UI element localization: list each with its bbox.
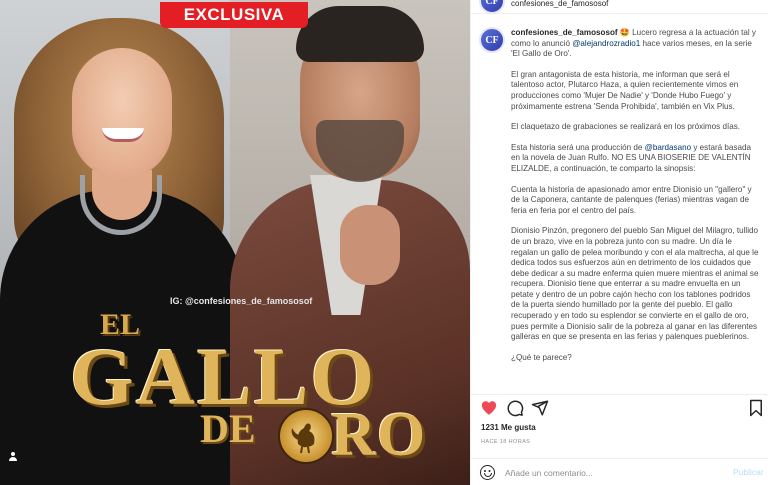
publish-button[interactable]: Publicar [733,467,764,477]
man-hand [340,205,400,285]
show-logo: EL GALLO DE ORO [60,300,450,480]
comment-input[interactable] [505,465,705,481]
caption-area[interactable]: CF confesiones_de_famososof 🤩 Lucero reg… [471,22,768,394]
caption-username[interactable]: confesiones_de_famososof [511,28,618,37]
caption-text: confesiones_de_famososof 🤩 Lucero regres… [511,28,761,373]
man-hair [296,6,424,62]
caption-paragraph-3: El claquetazo de grabaciones se realizar… [511,122,741,132]
likes-count[interactable]: 1231 Me gusta [481,423,536,432]
caption-paragraph-1: confesiones_de_famososof 🤩 Lucero regres… [511,28,761,60]
exclusive-banner: EXCLUSIVA [160,2,308,28]
actions-bar [471,394,768,420]
caption-avatar-initials: CF [485,34,499,46]
mention-bardasano[interactable]: @bardasano [645,143,691,152]
post-image[interactable]: EXCLUSIVA IG: @confesiones_de_famososof … [0,0,470,485]
logo-de: DE [200,406,256,451]
caption-paragraph-4: Esta historia será una producción de @ba… [511,143,761,175]
rooster-medal-icon [278,408,334,464]
bookmark-icon[interactable] [749,399,767,417]
caption-paragraph-6: Dionisio Pinzón, pregonero del pueblo Sa… [511,226,759,342]
tagged-user-icon[interactable] [8,452,18,462]
caption-paragraph-7: ¿Qué te parece? [511,352,572,362]
comment-bubble-icon[interactable] [506,399,524,417]
post-header: CF confesiones_de_famososof [471,0,768,14]
woman-face [72,48,172,178]
heart-icon[interactable] [480,399,498,417]
header-avatar-initials: CF [485,0,499,7]
caption-paragraph-2: El gran antagonista de esta historia, me… [511,69,739,111]
exclusive-banner-text: EXCLUSIVA [183,5,285,24]
post-timestamp[interactable]: HACE 18 HORAS [481,439,530,445]
mention-alejandrozradio1[interactable]: @alejandrozradio1 [572,39,640,48]
paper-plane-icon[interactable] [531,399,549,417]
comment-bar: Publicar [471,458,768,485]
post-sidebar: CF confesiones_de_famososof CF confesion… [470,0,768,485]
caption-p4-a: Esta historia será una producción de [511,142,645,152]
caption-avatar[interactable]: CF [479,27,505,53]
header-avatar[interactable]: CF [479,0,505,14]
emoji-icon[interactable] [480,465,495,480]
caption-paragraph-5: Cuenta la historia de apasionado amor en… [511,184,752,215]
header-username[interactable]: confesiones_de_famososof [511,0,608,8]
